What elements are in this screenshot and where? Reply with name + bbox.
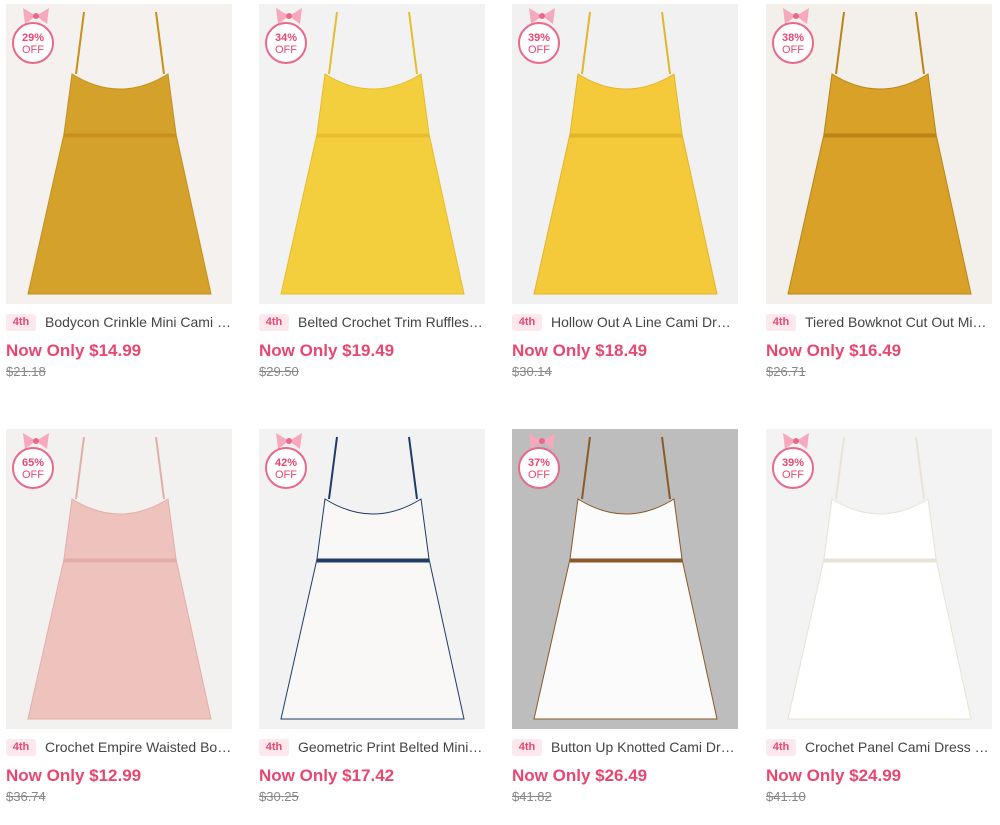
discount-badge: 42% OFF (265, 447, 307, 489)
sale-price: Now Only $14.99 (6, 341, 142, 360)
anniversary-tag: 4th (6, 313, 36, 331)
product-title[interactable]: Bodycon Crinkle Mini Cami Dress (45, 314, 232, 330)
discount-badge: 38% OFF (772, 22, 814, 64)
product-grid: 29%OFF 4th Bodycon Crinkle Mini Cami Dres… (0, 0, 1000, 817)
anniversary-tag: 4th (766, 738, 796, 756)
product-card[interactable]: 65%OFF 4th Crochet Empire Waisted Boho Dr… (6, 425, 232, 825)
product-title[interactable]: Hollow Out A Line Cami Dress (551, 314, 738, 330)
sale-price: Now Only $16.49 (766, 341, 902, 360)
product-title[interactable]: Button Up Knotted Cami Dress (551, 739, 738, 755)
product-card[interactable]: 29%OFF 4th Bodycon Crinkle Mini Cami Dres… (6, 0, 232, 400)
product-card[interactable]: 34%OFF 4th Belted Crochet Trim Ruffles Dr… (259, 0, 485, 400)
original-price: $30.25 (259, 789, 299, 804)
discount-badge: 34% OFF (265, 22, 307, 64)
anniversary-tag: 4th (6, 738, 36, 756)
product-title[interactable]: Crochet Panel Cami Dress - White (805, 739, 992, 755)
anniversary-tag: 4th (512, 738, 542, 756)
sale-price: Now Only $12.99 (6, 766, 142, 785)
anniversary-tag: 4th (259, 313, 289, 331)
original-price: $41.10 (766, 789, 806, 804)
anniversary-tag: 4th (766, 313, 796, 331)
anniversary-tag: 4th (259, 738, 289, 756)
product-title[interactable]: Tiered Bowknot Cut Out Mini Dress (805, 314, 992, 330)
product-card[interactable]: 39%OFF 4th Crochet Panel Cami Dress - Whi… (766, 425, 992, 825)
discount-badge: 37% OFF (518, 447, 560, 489)
product-card[interactable]: 39% OFF 4th Hollow Out A Line Cami Dress N… (512, 0, 738, 400)
discount-badge: 65% OFF (12, 447, 54, 489)
product-card[interactable]: 38%OFF 4th Tiered Bowknot Cut Out Mini Dr… (766, 0, 992, 400)
sale-price: Now Only $26.49 (512, 766, 648, 785)
original-price: $36.74 (6, 789, 46, 804)
original-price: $21.18 (6, 364, 46, 379)
sale-price: Now Only $18.49 (512, 341, 648, 360)
discount-badge: 29% OFF (12, 22, 54, 64)
original-price: $30.14 (512, 364, 552, 379)
product-title[interactable]: Belted Crochet Trim Ruffles Dress (298, 314, 485, 330)
anniversary-tag: 4th (512, 313, 542, 331)
product-card[interactable]: 37% OFF 4th Button Up Knotted Cami Dress N… (512, 425, 738, 825)
original-price: $29.50 (259, 364, 299, 379)
discount-badge: 39% OFF (518, 22, 560, 64)
product-card[interactable]: 42%OFF 4th Geometric Print Belted Mini Dr… (259, 425, 485, 825)
product-title[interactable]: Geometric Print Belted Mini Dress (298, 739, 485, 755)
original-price: $41.82 (512, 789, 552, 804)
original-price: $26.71 (766, 364, 806, 379)
sale-price: Now Only $17.42 (259, 766, 395, 785)
sale-price: Now Only $24.99 (766, 766, 902, 785)
sale-price: Now Only $19.49 (259, 341, 395, 360)
discount-badge: 39% OFF (772, 447, 814, 489)
product-title[interactable]: Crochet Empire Waisted Boho Dress (45, 739, 232, 755)
